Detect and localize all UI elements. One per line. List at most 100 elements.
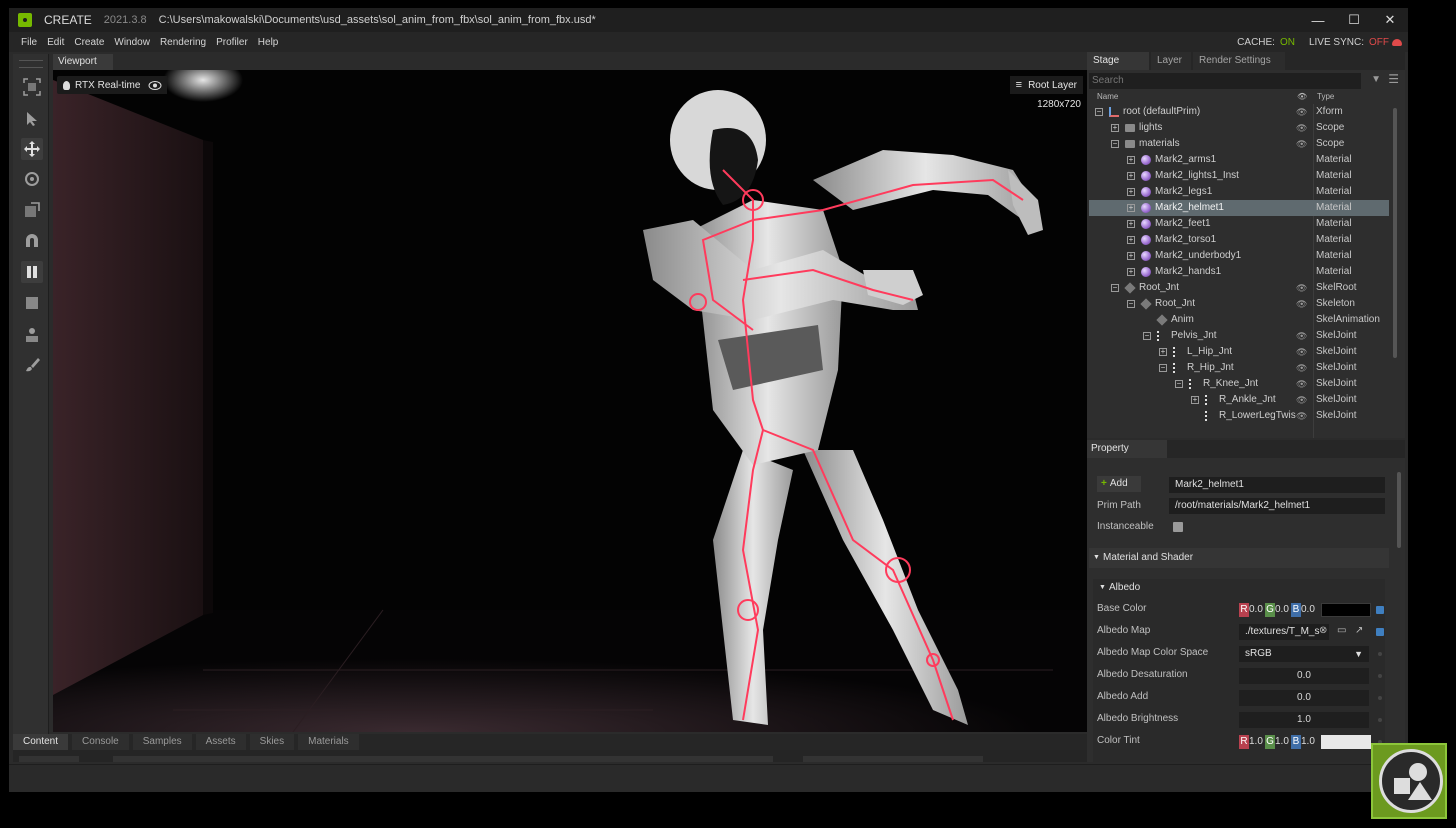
tab-assets[interactable]: Assets — [195, 734, 246, 750]
tab-skies[interactable]: Skies — [249, 734, 295, 750]
open-external-icon[interactable]: ↗ — [1355, 625, 1363, 636]
clear-icon[interactable]: ⊗ — [1319, 625, 1327, 636]
base-color-b[interactable]: B 0.0 — [1291, 603, 1315, 617]
content-path-field[interactable] — [113, 756, 773, 762]
menu-file[interactable]: File — [21, 37, 37, 48]
desaturation-field[interactable]: 0.0 — [1239, 668, 1369, 684]
stage-tree-row[interactable]: + Mark2_arms1 Material — [1089, 152, 1389, 168]
visibility-eye-icon[interactable]: 👁 — [1296, 344, 1307, 360]
frame-icon[interactable] — [21, 76, 43, 98]
collapse-icon[interactable]: − — [1111, 284, 1119, 292]
stage-tree-row[interactable]: − R_Hip_Jnt 👁 SkelJoint — [1089, 360, 1389, 376]
base-color-swatch[interactable] — [1321, 603, 1371, 617]
collapse-icon[interactable]: − — [1095, 108, 1103, 116]
expand-icon[interactable]: + — [1127, 220, 1135, 228]
collapse-icon[interactable]: − — [1143, 332, 1151, 340]
tab-layer[interactable]: Layer — [1151, 52, 1191, 70]
tab-materials[interactable]: Materials — [298, 734, 359, 750]
prim-name-field[interactable]: Mark2_helmet1 — [1169, 477, 1385, 493]
stage-tree-row[interactable]: + Mark2_lights1_Inst Material — [1089, 168, 1389, 184]
collapse-icon[interactable]: − — [1111, 140, 1119, 148]
stage-tree-row[interactable]: + Mark2_underbody1 Material — [1089, 248, 1389, 264]
stage-tree-row[interactable]: − Root_Jnt 👁 SkelRoot — [1089, 280, 1389, 296]
live-sync-status[interactable]: OFF — [1369, 37, 1389, 48]
render-mode-button[interactable]: RTX Real-time — [57, 76, 147, 94]
visibility-eye-icon[interactable]: 👁 — [1296, 392, 1307, 408]
collapse-icon[interactable]: − — [1127, 300, 1135, 308]
albedo-add-reset-icon[interactable] — [1378, 696, 1382, 700]
base-color-r[interactable]: R0.0 — [1239, 603, 1263, 617]
close-button[interactable]: ✕ — [1372, 8, 1408, 32]
albedo-map-field[interactable]: ./textures/T_M_s — [1239, 624, 1329, 640]
tab-content[interactable]: Content — [13, 734, 69, 750]
stage-tree-row[interactable]: − Pelvis_Jnt 👁 SkelJoint — [1089, 328, 1389, 344]
stage-tree-row[interactable]: + Mark2_helmet1 Material — [1089, 200, 1389, 216]
expand-icon[interactable]: + — [1127, 252, 1135, 260]
expand-icon[interactable]: + — [1111, 124, 1119, 132]
stage-scrollbar[interactable] — [1393, 108, 1397, 358]
maximize-button[interactable]: ☐ — [1336, 8, 1372, 32]
physics-icon[interactable] — [21, 324, 43, 346]
viewport[interactable]: RTX Real-time ≡ Root Layer 1280x720 — [53, 70, 1087, 732]
visibility-eye-icon[interactable] — [143, 76, 167, 94]
move-icon[interactable] — [21, 138, 43, 160]
menu-rendering[interactable]: Rendering — [160, 37, 206, 48]
scale-icon[interactable] — [21, 199, 43, 221]
expand-icon[interactable]: + — [1127, 188, 1135, 196]
expand-icon[interactable]: + — [1127, 156, 1135, 164]
prim-path-field[interactable]: /root/materials/Mark2_helmet1 — [1169, 498, 1385, 514]
stage-tree-row[interactable]: + Mark2_torso1 Material — [1089, 232, 1389, 248]
albedo-brightness-field[interactable]: 1.0 — [1239, 712, 1369, 728]
rotate-icon[interactable] — [21, 168, 43, 190]
tab-render-settings[interactable]: Render Settings — [1193, 52, 1285, 70]
visibility-eye-icon[interactable]: 👁 — [1296, 376, 1307, 392]
menu-profiler[interactable]: Profiler — [216, 37, 248, 48]
stop-icon[interactable] — [21, 292, 43, 314]
column-name[interactable]: Name — [1097, 92, 1118, 101]
paint-icon[interactable] — [21, 354, 43, 376]
filter-icon[interactable]: ▼ — [1371, 74, 1381, 85]
visibility-eye-icon[interactable]: 👁 — [1296, 408, 1307, 424]
base-color-reset-icon[interactable] — [1376, 606, 1384, 614]
stage-tree-row[interactable]: + R_Ankle_Jnt 👁 SkelJoint — [1089, 392, 1389, 408]
visibility-eye-icon[interactable]: 👁 — [1296, 280, 1307, 296]
expand-icon[interactable]: + — [1191, 396, 1199, 404]
property-scrollbar[interactable] — [1397, 472, 1401, 548]
stage-tree-row[interactable]: + L_Hip_Jnt 👁 SkelJoint — [1089, 344, 1389, 360]
stage-search-input[interactable] — [1089, 73, 1361, 89]
albedo-add-field[interactable]: 0.0 — [1239, 690, 1369, 706]
expand-icon[interactable]: + — [1127, 268, 1135, 276]
live-sync-icon[interactable] — [1392, 38, 1402, 46]
options-menu-icon[interactable]: ☰ — [1388, 72, 1399, 86]
tab-stage[interactable]: Stage — [1087, 52, 1149, 70]
color-tint-b[interactable]: B 1.0 — [1291, 735, 1315, 749]
visibility-eye-icon[interactable]: 👁 — [1296, 296, 1307, 312]
menu-edit[interactable]: Edit — [47, 37, 64, 48]
stage-tree-row[interactable]: + Mark2_hands1 Material — [1089, 264, 1389, 280]
folder-icon[interactable]: ▭ — [1337, 625, 1346, 636]
tab-property[interactable]: Property — [1087, 440, 1167, 458]
cache-status[interactable]: ON — [1280, 37, 1295, 48]
stage-tree-row[interactable]: − Root_Jnt 👁 Skeleton — [1089, 296, 1389, 312]
stage-tree-row[interactable]: + Mark2_feet1 Material — [1089, 216, 1389, 232]
tab-console[interactable]: Console — [72, 734, 129, 750]
color-tint-g[interactable]: G1.0 — [1265, 735, 1289, 749]
desaturation-reset-icon[interactable] — [1378, 674, 1382, 678]
stage-tree-row[interactable]: − materials 👁 Scope — [1089, 136, 1389, 152]
add-button[interactable]: + Add — [1097, 476, 1141, 492]
stage-tree-row[interactable]: − R_Knee_Jnt 👁 SkelJoint — [1089, 376, 1389, 392]
column-type[interactable]: Type — [1317, 92, 1334, 101]
collapse-icon[interactable]: − — [1159, 364, 1167, 372]
stage-tree-row[interactable]: R_LowerLegTwis 👁 SkelJoint — [1089, 408, 1389, 424]
visibility-eye-icon[interactable]: 👁 — [1296, 360, 1307, 376]
material-shader-section[interactable]: ▼ Material and Shader — [1089, 548, 1389, 568]
color-tint-r[interactable]: R1.0 — [1239, 735, 1263, 749]
content-search-field[interactable] — [803, 756, 983, 762]
tab-samples[interactable]: Samples — [132, 734, 192, 750]
column-visibility-icon[interactable]: 👁 — [1297, 92, 1307, 101]
visibility-eye-icon[interactable]: 👁 — [1296, 136, 1307, 152]
minimize-button[interactable]: — — [1300, 8, 1336, 32]
layer-button[interactable]: ≡ Root Layer — [1009, 76, 1083, 94]
stage-tree-row[interactable]: + lights 👁 Scope — [1089, 120, 1389, 136]
expand-icon[interactable]: + — [1127, 236, 1135, 244]
